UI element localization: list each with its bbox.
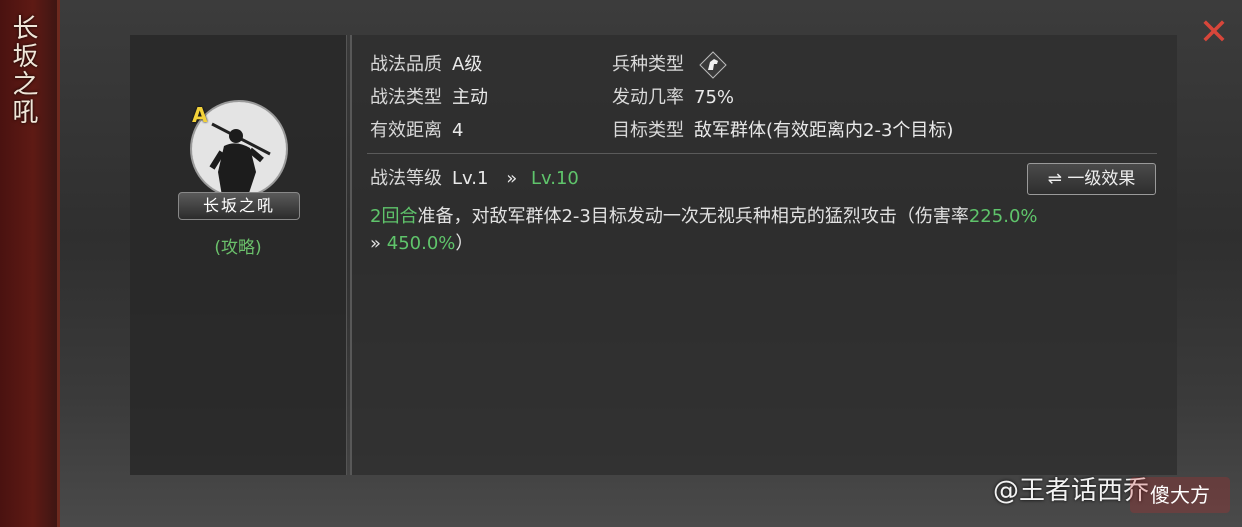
- quality-label: 战法品质: [370, 54, 442, 75]
- damage-arrow: »: [370, 233, 382, 254]
- damage-rate-from: 225.0%: [968, 206, 1038, 227]
- target-value: 敌军群体(有效距离内2-3个目标): [694, 120, 954, 141]
- level-row: 战法等级 Lv.1 » Lv.10: [370, 167, 579, 191]
- description-text: 准备，对敌军群体2-3目标发动一次无视兵种相克的猛烈攻击（伤害率: [417, 206, 969, 227]
- skill-portrait-panel: A 长坂之吼 (攻略): [130, 35, 352, 475]
- quality-row: 战法品质 A级: [370, 53, 482, 77]
- level-current: Lv.1: [452, 168, 489, 189]
- range-row: 有效距离 4: [370, 119, 463, 143]
- prep-turns: 2回合: [370, 206, 418, 227]
- level-label: 战法等级: [370, 168, 442, 189]
- skill-description: 2回合准备，对敌军群体2-3目标发动一次无视兵种相克的猛烈攻击（伤害率225.0…: [370, 203, 1160, 257]
- type-value: 主动: [452, 87, 488, 108]
- level-effect-button[interactable]: ⇌ 一级效果: [1027, 163, 1156, 195]
- range-label: 有效距离: [370, 120, 442, 141]
- section-divider: [367, 153, 1157, 154]
- damage-rate-to: 450.0%: [386, 233, 456, 254]
- level-max: Lv.10: [530, 168, 579, 189]
- skill-detail-panel: 战法品质 A级 战法类型 主动 有效距离 4 兵种类型 发动几率 75% 目标类型 敌军群…: [352, 35, 1177, 475]
- level-arrow: »: [506, 168, 518, 189]
- close-x-icon: ✕: [1198, 12, 1230, 53]
- cavalry-horse-icon: [698, 51, 728, 79]
- skill-name-plate: 长坂之吼: [178, 192, 300, 220]
- unit-label: 兵种类型: [612, 54, 684, 75]
- type-label: 战法类型: [370, 87, 442, 108]
- target-label: 目标类型: [612, 120, 684, 141]
- rate-label: 发动几率: [612, 87, 684, 108]
- target-row: 目标类型 敌军群体(有效距离内2-3个目标): [612, 119, 953, 143]
- close-button[interactable]: ✕: [1195, 14, 1233, 52]
- range-value: 4: [452, 120, 464, 141]
- unit-row: 兵种类型: [612, 51, 728, 79]
- quality-value: A级: [452, 54, 483, 75]
- watermark-text: @王者话西乔: [993, 476, 1150, 506]
- watermark-logo: 傻大方: [1130, 477, 1230, 513]
- side-title: 长坂之吼: [8, 14, 38, 126]
- description-close: ）: [455, 233, 474, 254]
- rate-row: 发动几率 75%: [612, 86, 734, 110]
- side-banner: 长坂之吼: [0, 0, 60, 527]
- grade-badge: A: [192, 103, 208, 127]
- type-row: 战法类型 主动: [370, 86, 488, 110]
- rate-value: 75%: [694, 87, 735, 108]
- strategy-link[interactable]: (攻略): [130, 233, 346, 258]
